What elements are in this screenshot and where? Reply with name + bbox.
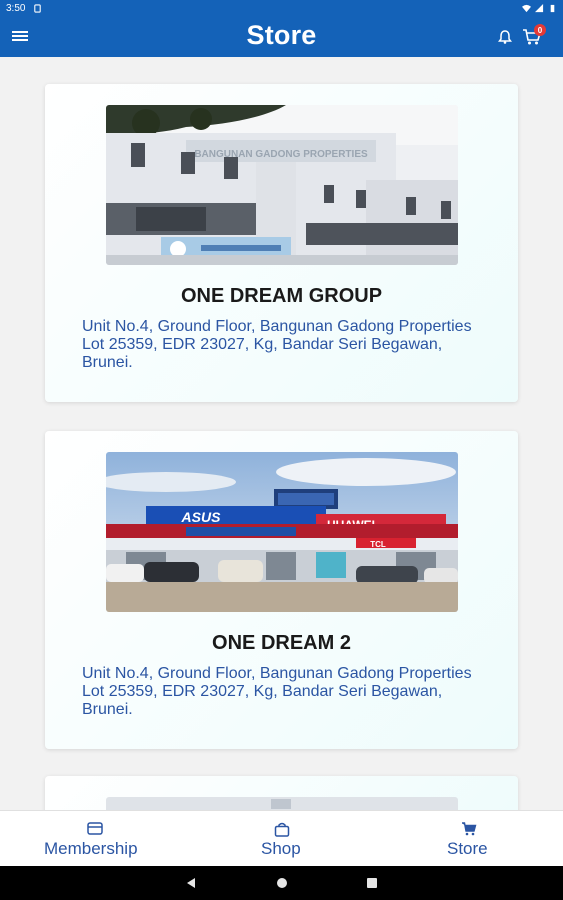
wifi-icon	[522, 4, 531, 13]
store-photo-one-dream-2: ASUS HUAWEI TCL	[106, 452, 458, 612]
nav-membership-label: Membership	[44, 839, 138, 858]
store-sign-tcl: TCL	[370, 540, 386, 549]
battery-icon	[550, 4, 555, 13]
status-bar: 3:50	[0, 0, 563, 17]
store-address: Unit No.4, Ground Floor, Bangunan Gadong…	[82, 665, 482, 719]
store-name: ONE DREAM GROUP	[180, 285, 383, 307]
building-sign-text: BANGUNAN GADONG PROPERTIES	[194, 149, 368, 160]
nav-shop-label: Shop	[261, 839, 301, 858]
store-card-one-dream-2[interactable]: ASUS HUAWEI TCL ONE DREAM	[45, 431, 518, 749]
store-sign-left: ASUS	[181, 509, 222, 525]
store-address-line2: Lot 25359, EDR 23027, Kg, Bandar Seri Be…	[82, 683, 443, 718]
back-icon[interactable]	[185, 877, 197, 889]
store-cart-icon	[462, 822, 477, 836]
nav-store-label: Store	[447, 839, 488, 858]
cart-count-badge: 0	[534, 24, 546, 36]
home-icon[interactable]	[276, 877, 288, 889]
status-time: 3:50	[6, 3, 26, 14]
store-name: ONE DREAM 2	[212, 632, 351, 654]
sim-icon	[34, 4, 42, 13]
signal-icon	[535, 4, 544, 13]
store-address-line1: Unit No.4, Ground Floor, Bangunan Gadong…	[82, 665, 472, 682]
nav-shop[interactable]: Shop	[187, 811, 376, 867]
page-title: Store	[246, 20, 317, 50]
store-photo-one-dream-group: BANGUNAN GADONG PROPERTIES	[106, 105, 458, 265]
store-address: Unit No.4, Ground Floor, Bangunan Gadong…	[82, 318, 482, 372]
bottom-nav: Membership Shop Store	[0, 810, 563, 866]
store-card-one-dream-group[interactable]: BANGUNAN GADONG PROPERTIES ONE DREAM GRO…	[45, 84, 518, 402]
store-address-line1: Unit No.4, Ground Floor, Bangunan Gadong…	[82, 318, 472, 335]
shop-bag-icon	[274, 822, 290, 837]
app-bar: Store 0	[0, 17, 563, 57]
nav-store[interactable]: Store	[376, 811, 563, 867]
notification-bell-icon[interactable]	[497, 29, 513, 45]
system-nav-bar	[0, 866, 563, 900]
recents-icon[interactable]	[366, 877, 378, 889]
nav-membership[interactable]: Membership	[0, 811, 187, 867]
membership-card-icon	[87, 822, 103, 835]
store-address-line2: Lot 25359, EDR 23027, Kg, Bandar Seri Be…	[82, 336, 443, 371]
